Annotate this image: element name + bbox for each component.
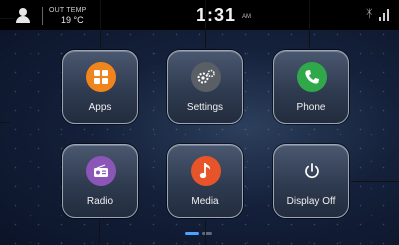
media-label: Media [191,196,219,207]
settings-label: Settings [186,102,224,113]
music-note-icon [191,156,221,186]
outside-temp-value: 19 °C [61,15,84,25]
callout-line [205,0,206,48]
phone-label: Phone [296,102,326,113]
apps-grid-icon [86,62,116,92]
callout-line [205,220,206,245]
page-indicator-active[interactable] [185,232,199,235]
clock-ampm: AM [242,14,251,20]
callout-line [351,181,399,182]
callout-line [100,0,101,48]
profile-icon[interactable] [16,8,30,24]
apps-label: Apps [88,102,112,113]
phone-button[interactable]: Phone [273,50,349,124]
home-screen: OUT TEMP 19 °C 1:31 AM ᛡ Apps Settings P… [0,0,399,245]
apps-button[interactable]: Apps [62,50,138,124]
signal-icon [379,9,389,21]
callout-line [99,220,100,245]
radio-label: Radio [86,196,114,207]
callout-line [309,0,310,48]
power-icon [297,156,327,186]
settings-button[interactable]: Settings [167,50,243,124]
radio-icon [86,156,116,186]
outside-temp-label: OUT TEMP [49,7,87,14]
callout-line [0,18,14,19]
media-button[interactable]: Media [167,144,243,218]
page-indicator-inactive[interactable] [202,232,212,235]
bluetooth-icon: ᛡ [366,8,373,20]
phone-handset-icon [297,62,327,92]
display-off-label: Display Off [286,196,336,207]
divider [42,7,43,25]
callout-line [0,122,10,123]
status-bar: OUT TEMP 19 °C 1:31 AM ᛡ [0,0,399,30]
gears-icon [191,62,221,92]
display-off-button[interactable]: Display Off [273,144,349,218]
clock: 1:31 [196,5,237,25]
radio-button[interactable]: Radio [62,144,138,218]
